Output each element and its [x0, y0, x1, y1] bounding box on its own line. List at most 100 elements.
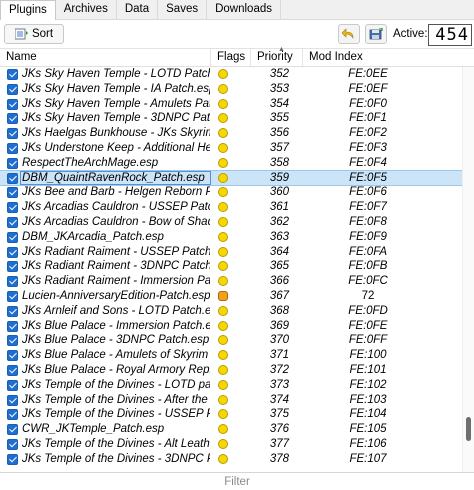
plugin-mod-index: FE:0F3	[349, 141, 387, 154]
plugin-row[interactable]: JKs Temple of the Divines - 3DNPC Patch.…	[0, 452, 462, 467]
active-count-display: 454	[428, 24, 472, 46]
light-plugin-flag-icon	[218, 113, 228, 124]
plugin-row[interactable]: JKs Sky Haven Temple - 3DNPC Patch.esp 35…	[0, 111, 462, 126]
plugin-row[interactable]: JKs Haelgas Bunkhouse - JKs Skyrim Patch…	[0, 126, 462, 141]
tab-downloads[interactable]: Downloads	[207, 0, 281, 19]
plugin-row[interactable]: JKs Radiant Raiment - USSEP Patch.esp 364…	[0, 245, 462, 260]
plugin-enabled-checkbox[interactable]	[7, 335, 18, 347]
plugin-row[interactable]: Lucien-AnniversaryEdition-Patch.esp 367 72	[0, 289, 462, 304]
sort-button[interactable]: Sort	[4, 24, 64, 44]
plugin-enabled-checkbox[interactable]	[7, 231, 18, 243]
plugin-row[interactable]: JKs Temple of the Divines - After the Ci…	[0, 393, 462, 408]
plugin-row[interactable]: JKs Temple of the Divines - LOTD patch.e…	[0, 378, 462, 393]
light-plugin-flag-icon	[218, 379, 228, 390]
tab-plugins[interactable]: Plugins	[0, 0, 56, 20]
plugin-row[interactable]: JKs Arnleif and Sons - LOTD Patch.esp 368…	[0, 304, 462, 319]
light-plugin-flag-icon	[218, 231, 228, 242]
plugin-mod-index: FE:100	[349, 349, 387, 362]
plugin-row[interactable]: JKs Temple of the Divines - Alt Leather …	[0, 437, 462, 452]
plugin-enabled-checkbox[interactable]	[7, 424, 18, 436]
plugin-row[interactable]: JKs Bee and Barb - Helgen Reborn Patch.e…	[0, 185, 462, 200]
plugin-enabled-checkbox[interactable]	[7, 216, 18, 228]
plugin-enabled-checkbox[interactable]	[7, 157, 18, 169]
column-header-mod-index[interactable]: Mod Index	[303, 49, 462, 66]
plugin-enabled-checkbox[interactable]	[7, 246, 18, 258]
plugin-row[interactable]: JKs Radiant Raiment - 3DNPC Patch.esp 365…	[0, 259, 462, 274]
plugin-row[interactable]: JKs Blue Palace - Royal Armory Replacer …	[0, 363, 462, 378]
vertical-scrollbar[interactable]	[462, 67, 474, 473]
plugin-row[interactable]: JKs Radiant Raiment - Immersion Patch.es…	[0, 274, 462, 289]
plugin-row[interactable]: DBM_JKArcadia_Patch.esp 363 FE:0F9	[0, 230, 462, 245]
plugin-mod-index: FE:0FF	[348, 334, 388, 347]
plugin-row[interactable]: RespectTheArchMage.esp 358 FE:0F4	[0, 156, 462, 171]
plugin-mod-index: FE:0FC	[348, 275, 388, 288]
tab-data[interactable]: Data	[117, 0, 159, 19]
column-header-name[interactable]: Name	[0, 49, 211, 66]
plugin-enabled-checkbox[interactable]	[7, 305, 18, 317]
plugin-priority: 376	[269, 423, 289, 436]
plugin-enabled-checkbox[interactable]	[7, 394, 18, 406]
plugin-enabled-checkbox[interactable]	[7, 69, 18, 80]
plugin-enabled-checkbox[interactable]	[7, 364, 18, 376]
plugin-enabled-checkbox[interactable]	[7, 350, 18, 362]
plugin-row[interactable]: JKs Blue Palace - 3DNPC Patch.esp 370 FE:0…	[0, 333, 462, 348]
plugin-mod-index: FE:0F4	[349, 156, 387, 169]
plugin-enabled-checkbox[interactable]	[7, 379, 18, 391]
plugin-name: JKs Temple of the Divines - LOTD patch.e…	[22, 378, 210, 391]
tab-saves[interactable]: Saves	[158, 0, 208, 19]
plugin-row[interactable]: JKs Understone Keep - Additional Hearthf…	[0, 141, 462, 156]
plugin-priority: 360	[269, 186, 289, 199]
plugin-enabled-checkbox[interactable]	[7, 98, 18, 110]
plugin-row[interactable]: DBM_QuaintRavenRock_Patch.esp 359 FE:0F5	[0, 169, 462, 187]
tab-archives[interactable]: Archives	[56, 0, 117, 19]
plugin-enabled-checkbox[interactable]	[7, 128, 18, 140]
plugin-enabled-checkbox[interactable]	[7, 453, 18, 465]
plugin-enabled-checkbox[interactable]	[7, 276, 18, 288]
restore-backup-button[interactable]	[338, 24, 360, 44]
plugin-enabled-checkbox[interactable]	[7, 409, 18, 421]
plugin-row[interactable]: JKs Arcadias Cauldron - USSEP Patch.esp 3…	[0, 200, 462, 215]
plugin-name: JKs Sky Haven Temple - LOTD Patch.esp	[22, 68, 210, 80]
filter-input[interactable]	[0, 473, 474, 490]
plugin-row[interactable]: JKs Blue Palace - Immersion Patch.esp 369…	[0, 319, 462, 334]
plugin-row[interactable]: JKs Sky Haven Temple - IA Patch.esp 353 FE…	[0, 82, 462, 97]
plugin-row[interactable]: JKs Sky Haven Temple - Amulets Patch.esp…	[0, 97, 462, 112]
save-backup-button[interactable]	[365, 24, 387, 44]
light-plugin-flag-icon	[218, 394, 228, 405]
plugin-mod-index: FE:0F9	[349, 230, 387, 243]
plugin-priority: 371	[269, 349, 289, 362]
plugin-list-header: Name Flags Priority ▲ Mod Index	[0, 46, 474, 67]
plugin-enabled-checkbox[interactable]	[7, 290, 18, 302]
plugin-name: JKs Blue Palace - 3DNPC Patch.esp	[22, 334, 210, 347]
plugin-enabled-checkbox[interactable]	[7, 83, 18, 95]
plugin-enabled-checkbox[interactable]	[7, 438, 18, 450]
light-plugin-flag-icon	[218, 305, 228, 316]
plugin-enabled-checkbox[interactable]	[7, 142, 18, 154]
plugin-row[interactable]: JKs Blue Palace - Amulets of Skyrim Patc…	[0, 348, 462, 363]
plugin-mod-index: FE:103	[349, 393, 387, 406]
plugins-toolbar: Sort Active: 454	[0, 20, 474, 48]
plugin-name: JKs Haelgas Bunkhouse - JKs Skyrim Patch…	[22, 127, 210, 140]
plugin-enabled-checkbox[interactable]	[7, 113, 18, 125]
plugin-enabled-checkbox[interactable]	[7, 187, 18, 199]
plugin-enabled-checkbox[interactable]	[7, 261, 18, 273]
plugin-enabled-checkbox[interactable]	[7, 172, 18, 184]
plugin-priority: 373	[269, 378, 289, 391]
plugin-row[interactable]: CWR_JKTemple_Patch.esp 376 FE:105	[0, 422, 462, 437]
light-plugin-flag-icon	[218, 246, 228, 257]
plugin-priority: 369	[269, 319, 289, 332]
light-plugin-flag-icon	[218, 424, 228, 435]
plugin-enabled-checkbox[interactable]	[7, 202, 18, 214]
plugin-row[interactable]: JKs Temple of the Divines - USSEP Patch.…	[0, 407, 462, 422]
plugin-name: JKs Sky Haven Temple - 3DNPC Patch.esp	[22, 112, 210, 125]
column-header-flags[interactable]: Flags	[211, 49, 251, 66]
active-count-label: Active:	[393, 28, 428, 40]
plugin-enabled-checkbox[interactable]	[7, 320, 18, 332]
plugin-name: JKs Arnleif and Sons - LOTD Patch.esp	[22, 304, 210, 317]
plugin-priority: 366	[269, 275, 289, 288]
plugin-row[interactable]: JKs Arcadias Cauldron - Bow of Shadows P…	[0, 215, 462, 230]
plugin-row[interactable]: JKs Sky Haven Temple - LOTD Patch.esp 352…	[0, 67, 462, 82]
column-header-priority[interactable]: Priority	[251, 49, 303, 66]
plugin-name: JKs Radiant Raiment - Immersion Patch.es…	[22, 275, 210, 288]
scrollbar-thumb[interactable]	[466, 417, 471, 441]
